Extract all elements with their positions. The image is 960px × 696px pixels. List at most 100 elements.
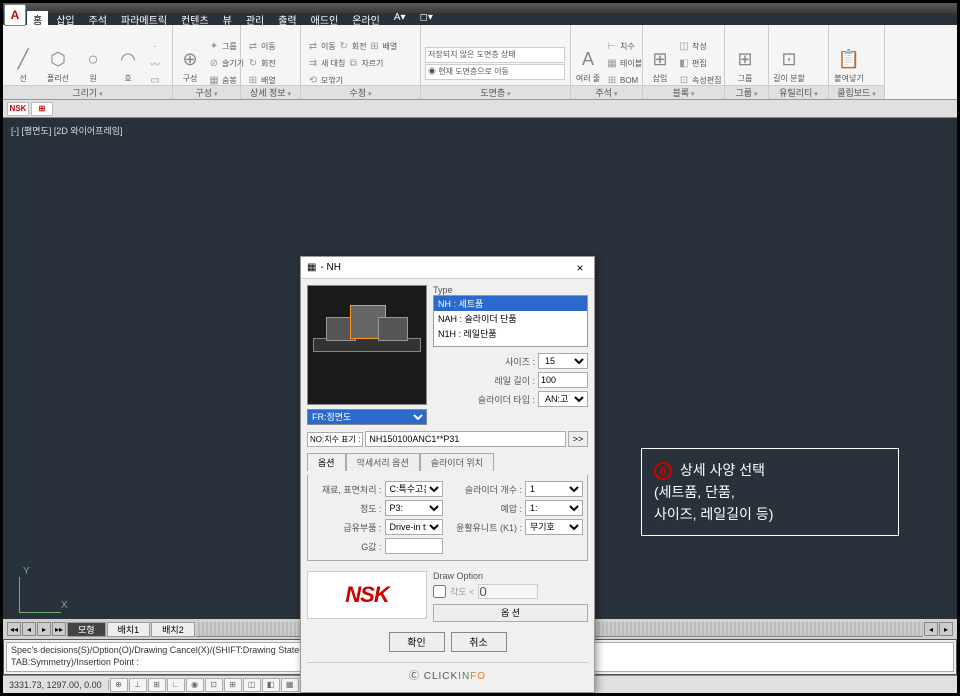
tab-prev[interactable]: ◂ [22, 622, 36, 636]
sb-8[interactable]: ◧ [262, 678, 280, 692]
menu-content[interactable]: 컨텐츠 [175, 11, 215, 28]
menu-manage[interactable]: 관리 [240, 11, 270, 28]
hscroll-right[interactable]: ▸ [939, 622, 953, 636]
subtab-accessory[interactable]: 악세서리 옵션 [346, 453, 420, 471]
type-item-0[interactable]: NH : 세트품 [434, 296, 587, 311]
type-list[interactable]: NH : 세트품 NAH : 슬라이더 단품 N1H : 레일단품 [433, 295, 588, 347]
angle-checkbox[interactable] [433, 585, 446, 598]
layer-combo1[interactable]: 저장되지 않은 도면층 상태 [425, 47, 565, 63]
dialog-titlebar[interactable]: ▦ - NH × [301, 257, 594, 279]
polyline-button[interactable]: ⬡폴리선 [42, 29, 74, 84]
util-button[interactable]: ⊡길이 분할 [773, 29, 805, 84]
close-icon[interactable]: × [572, 261, 588, 275]
preload-select[interactable]: 1: [525, 500, 583, 516]
sb-2[interactable]: ⊞ [148, 678, 166, 692]
panel-util[interactable]: 유틸리티 [769, 85, 828, 99]
layer-combo2[interactable]: ◉ 현재 도면층으로 이동 [425, 64, 565, 80]
subtab-sliderpos[interactable]: 슬라이더 위치 [420, 453, 494, 471]
g-input[interactable] [385, 538, 443, 554]
circle-button[interactable]: ○원 [77, 29, 109, 84]
menu-insert[interactable]: 삽입 [50, 11, 80, 28]
size-select[interactable]: 15 [538, 353, 588, 369]
k1-select[interactable]: 무기호 [525, 519, 583, 535]
slidercount-select[interactable]: 1 [525, 481, 583, 497]
sb-3[interactable]: ∟ [167, 678, 185, 692]
type-item-1[interactable]: NAH : 슬라이더 단품 [434, 311, 587, 326]
arc-button[interactable]: ◠호 [112, 29, 144, 84]
panel-anno[interactable]: 주석 [571, 85, 642, 99]
paste-button[interactable]: 📋붙여넣기 [833, 29, 865, 84]
view-select[interactable]: FR:정면도 [307, 409, 427, 425]
panel-group[interactable]: 그룹 [725, 85, 768, 99]
app-logo[interactable]: A [4, 4, 26, 26]
menu-output[interactable]: 출력 [272, 11, 302, 28]
construct-button[interactable]: ⊕구성 [177, 29, 203, 84]
coordinates[interactable]: 3331.73, 1297.00, 0.00 [3, 680, 109, 690]
panel-construct[interactable]: 구성 [173, 85, 240, 99]
a-s1[interactable]: ⊢치수 [604, 38, 644, 54]
partno-input[interactable] [365, 431, 566, 447]
group-button[interactable]: ⊞그룹 [729, 29, 761, 84]
tab-first[interactable]: ◂◂ [7, 622, 21, 636]
panel-block[interactable]: 블록 [643, 85, 724, 99]
tab-next[interactable]: ▸ [37, 622, 51, 636]
sb-5[interactable]: ⊡ [205, 678, 223, 692]
draw-s2[interactable]: 〰 [147, 55, 163, 71]
group-icon: ⊞ [732, 46, 758, 72]
menu-ext[interactable]: ◻▾ [414, 11, 439, 28]
qat-2[interactable]: ⊞ [31, 102, 53, 116]
menu-online[interactable]: 온라인 [346, 11, 386, 28]
material-select[interactable]: C:특수고온 [385, 481, 443, 497]
slidertype-select[interactable]: AN:고하중 [538, 391, 588, 407]
insert-button[interactable]: ⊞삽입 [647, 29, 673, 84]
m-s1[interactable]: ⇄이동↻회전⊞배열 [305, 38, 399, 54]
viewport-label[interactable]: [-] [평면도] [2D 와이어프레임] [11, 124, 123, 137]
panel-detail[interactable]: 상세 정보 [241, 85, 300, 99]
draw-s1[interactable]: · [147, 38, 163, 54]
rail-input[interactable] [538, 372, 588, 388]
drawing-canvas[interactable]: [-] [평면도] [2D 와이어프레임] Y X ▦ - NH × [3, 118, 957, 619]
menu-annotate[interactable]: 주석 [83, 11, 113, 28]
menu-addin[interactable]: 애드인 [305, 11, 345, 28]
tab-last[interactable]: ▸▸ [52, 622, 66, 636]
line-button[interactable]: ╱선 [7, 29, 39, 84]
arc-icon: ◠ [115, 46, 141, 72]
mtext-button[interactable]: A여러 줄 [575, 29, 601, 84]
option-button[interactable]: 옵 션 [433, 604, 588, 622]
sb-4[interactable]: ◉ [186, 678, 204, 692]
sb-6[interactable]: ⊞ [224, 678, 242, 692]
qat-nsk[interactable]: NSK [7, 102, 29, 116]
panel-clip[interactable]: 클립보드 [829, 85, 884, 99]
lube-select[interactable]: Drive-in ty [385, 519, 443, 535]
hscroll-left[interactable]: ◂ [924, 622, 938, 636]
a-s2[interactable]: ▦테이블 [604, 55, 644, 71]
d-s1[interactable]: ⇄이동 [245, 38, 278, 54]
precision-select[interactable]: P3: [385, 500, 443, 516]
menu-a[interactable]: A▾ [388, 11, 412, 28]
panel-draw[interactable]: 그리기 [3, 85, 172, 99]
m-s2[interactable]: ⇉새 대칭⧉자르기 [305, 55, 399, 71]
sb-1[interactable]: ⊥ [129, 678, 147, 692]
ok-button[interactable]: 확인 [389, 632, 445, 652]
sb-7[interactable]: ◫ [243, 678, 261, 692]
menu-home[interactable]: 홈 [27, 11, 48, 28]
partno-go[interactable]: >> [568, 431, 588, 447]
sb-9[interactable]: ▦ [281, 678, 299, 692]
cancel-button[interactable]: 취소 [451, 632, 507, 652]
annotation-box: 6 상세 사양 선택 (세트품, 단품, 사이즈, 레일길이 등) [641, 448, 899, 536]
b-s2[interactable]: ◧편집 [676, 55, 723, 71]
tab-layout1[interactable]: 배치1 [107, 622, 151, 637]
circle-icon: ○ [80, 46, 106, 72]
d-s2[interactable]: ↻회전 [245, 55, 278, 71]
subtab-option[interactable]: 옵션 [307, 453, 346, 471]
type-item-2[interactable]: N1H : 레일단품 [434, 326, 587, 341]
tab-layout2[interactable]: 배치2 [151, 622, 195, 637]
text-icon: A [575, 46, 601, 72]
panel-layer[interactable]: 도면층 [421, 85, 570, 99]
menu-parametric[interactable]: 파라메트릭 [115, 11, 173, 28]
sb-0[interactable]: ⊕ [110, 678, 128, 692]
tab-model[interactable]: 모형 [67, 622, 106, 637]
panel-modify[interactable]: 수정 [301, 85, 420, 99]
b-s1[interactable]: ◫작성 [676, 38, 723, 54]
menu-view[interactable]: 뷰 [217, 11, 238, 28]
